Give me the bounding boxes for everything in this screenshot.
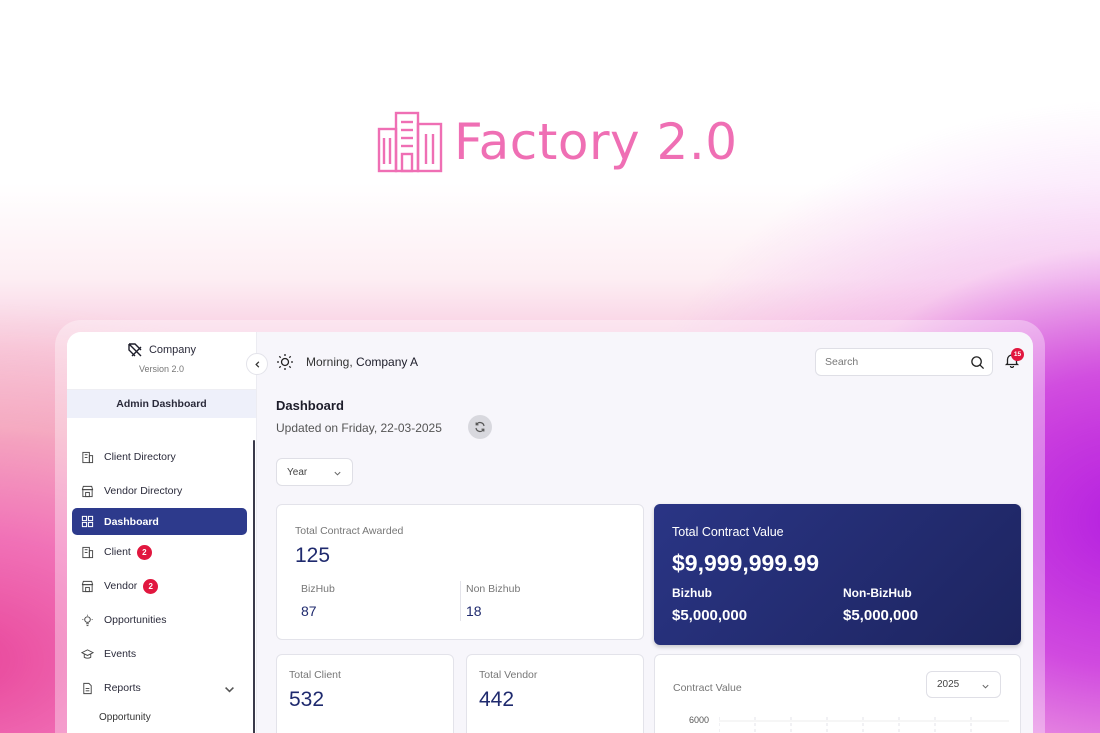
sidebar-item-label: Events — [104, 648, 137, 660]
main-content: Morning, Company A 15 Dashboard Updated … — [258, 332, 1033, 733]
card-label: Total Client — [289, 669, 341, 681]
card-value: $9,999,999.99 — [672, 550, 820, 576]
hero-title: Factory 2.0 — [454, 113, 738, 171]
card-label: Total Vendor — [479, 669, 538, 681]
sidebar-item-label: Vendor — [104, 580, 138, 592]
vendor-count-badge: 2 — [143, 578, 159, 594]
notification-badge: 15 — [1011, 348, 1024, 361]
card-value: 125 — [295, 544, 331, 567]
card-value: 442 — [479, 688, 515, 711]
sidebar-item-label: Client Directory — [104, 451, 176, 463]
divider — [460, 581, 461, 621]
sidebar-item-vendor-directory[interactable]: Vendor Directory — [67, 474, 256, 508]
card-value: 532 — [289, 688, 325, 711]
chart-gridlines — [719, 717, 1009, 733]
total-contract-value-card: Total Contract Value $9,999,999.99 Bizhu… — [654, 504, 1021, 645]
bizhub-value: 87 — [301, 603, 317, 619]
bizhub-value: $5,000,000 — [672, 607, 748, 624]
sidebar-item-client[interactable]: Client 2 — [67, 535, 256, 569]
search-input[interactable] — [825, 356, 965, 368]
chart-title: Contract Value — [673, 682, 742, 694]
card-label: Total Contract Value — [672, 525, 784, 539]
period-select[interactable]: Year — [276, 458, 353, 486]
sidebar-item-label: Client — [104, 546, 131, 558]
sidebar-item-reports[interactable]: Reports — [67, 671, 256, 705]
sidebar-subitem-opportunity[interactable]: Opportunity — [67, 705, 256, 731]
store-icon — [81, 580, 94, 592]
search-box[interactable] — [815, 348, 993, 376]
sidebar-item-events[interactable]: Events — [67, 637, 256, 671]
refresh-icon — [475, 422, 485, 432]
document-icon — [83, 682, 92, 694]
total-client-card: Total Client 532 — [276, 654, 454, 733]
sidebar-scrollbar[interactable] — [253, 440, 255, 733]
period-select-value: Year — [287, 466, 308, 478]
sidebar-item-label: Reports — [104, 682, 141, 694]
client-count-badge: 2 — [136, 544, 152, 560]
y-axis-tick: 6000 — [689, 715, 710, 725]
sidebar-item-opportunities[interactable]: Opportunities — [67, 603, 256, 637]
refresh-button[interactable] — [468, 415, 492, 439]
bizhub-label: BizHub — [301, 583, 335, 595]
greeting-name: Company A — [356, 355, 419, 369]
factory-building-icon — [377, 111, 443, 173]
card-label: Total Contract Awarded — [295, 525, 404, 537]
total-contract-awarded-card: Total Contract Awarded 125 BizHub 87 Non… — [276, 504, 644, 640]
building-icon — [82, 451, 94, 463]
non-bizhub-label: Non Bizhub — [466, 583, 521, 595]
sidebar-item-vendor[interactable]: Vendor 2 — [67, 569, 256, 603]
graduation-cap-icon — [81, 648, 94, 659]
chevron-left-icon — [254, 360, 259, 368]
non-bizhub-value: 18 — [466, 603, 482, 619]
contract-value-chart-card: Contract Value 2025 6000 — [654, 654, 1021, 733]
year-select[interactable]: 2025 — [926, 671, 1001, 698]
page-title: Dashboard — [276, 398, 344, 413]
greeting: Morning, Company A — [306, 355, 418, 369]
admin-dashboard-tab[interactable]: Admin Dashboard — [67, 390, 256, 418]
sidebar-item-label: Opportunities — [104, 614, 167, 626]
sidebar-item-label: Vendor Directory — [104, 485, 183, 497]
chevron-down-icon — [982, 684, 989, 689]
company-logo-icon — [128, 343, 142, 357]
non-bizhub-value: $5,000,000 — [843, 607, 919, 624]
brand-version: Version 2.0 — [138, 364, 185, 374]
chevron-down-icon[interactable] — [223, 683, 236, 696]
sun-icon — [277, 354, 293, 370]
sidebar-item-client-directory[interactable]: Client Directory — [67, 440, 256, 474]
lightbulb-icon — [82, 614, 93, 626]
brand-name: Company — [148, 344, 197, 356]
greeting-prefix: Morning, — [306, 355, 353, 369]
non-bizhub-label: Non-BizHub — [843, 586, 912, 600]
sidebar-item-dashboard[interactable]: Dashboard — [72, 508, 247, 535]
brand-header: Company Version 2.0 — [67, 332, 256, 390]
collapse-sidebar-button[interactable] — [246, 353, 268, 375]
store-icon — [81, 485, 94, 497]
sidebar-item-label: Dashboard — [104, 515, 159, 528]
chevron-down-icon — [334, 471, 341, 476]
sidebar: Company Version 2.0 Admin Dashboard Clie… — [67, 332, 257, 733]
building-icon — [82, 546, 94, 558]
total-vendor-card: Total Vendor 442 — [466, 654, 644, 733]
dashboard-window: Company Version 2.0 Admin Dashboard Clie… — [67, 332, 1033, 733]
grid-icon — [81, 515, 94, 528]
last-updated-text: Updated on Friday, 22-03-2025 — [276, 421, 442, 435]
search-icon[interactable] — [970, 355, 985, 370]
bizhub-label: Bizhub — [672, 586, 712, 600]
sidebar-nav: Client Directory Vendor Directory Dashbo… — [67, 418, 256, 731]
hero-banner: Factory 2.0 — [376, 104, 738, 180]
year-select-value: 2025 — [937, 679, 960, 690]
